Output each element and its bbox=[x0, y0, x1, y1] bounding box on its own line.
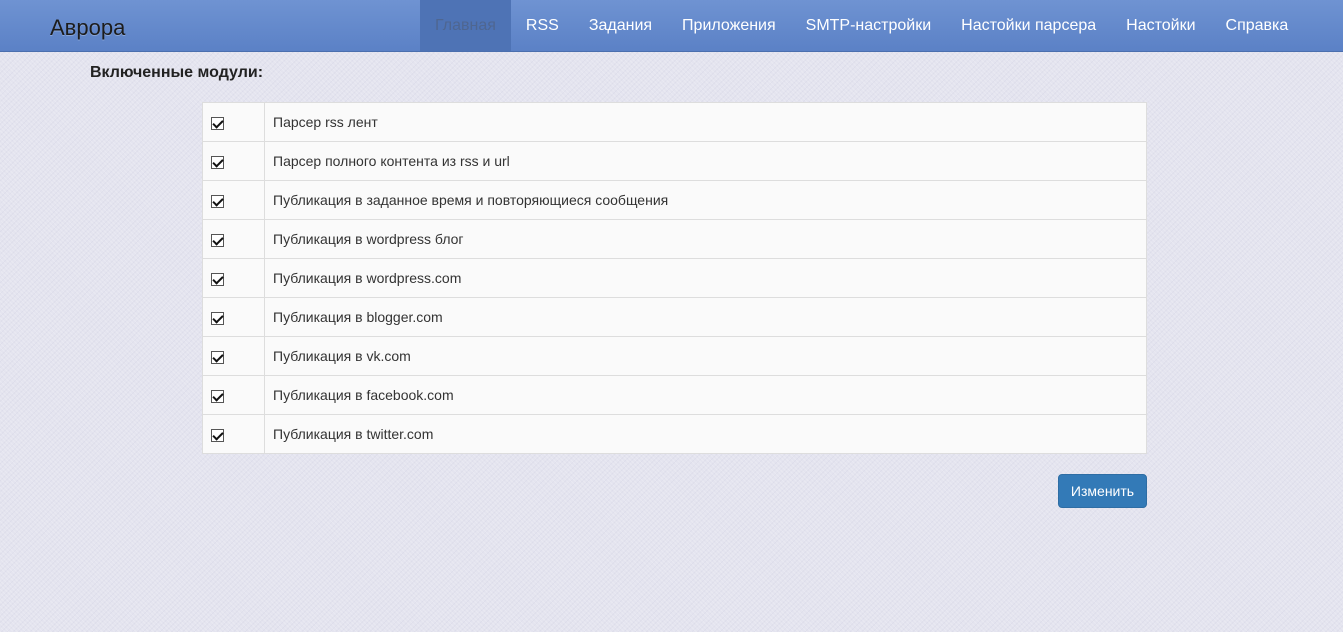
main-nav: Главная RSS Задания Приложения SMTP-наст… bbox=[420, 0, 1303, 51]
checkbox-cell bbox=[202, 141, 265, 181]
nav-item-help[interactable]: Справка bbox=[1211, 0, 1304, 51]
nav-item-apps[interactable]: Приложения bbox=[667, 0, 791, 51]
module-checkbox[interactable] bbox=[211, 194, 224, 208]
module-label: Публикация в wordpress.com bbox=[264, 258, 1147, 298]
nav-item-rss[interactable]: RSS bbox=[511, 0, 574, 51]
table-row: Публикация в vk.com bbox=[202, 336, 1147, 376]
nav-item-smtp-settings[interactable]: SMTP-настройки bbox=[791, 0, 947, 51]
module-label: Публикация в facebook.com bbox=[264, 375, 1147, 415]
module-label: Публикация в vk.com bbox=[264, 336, 1147, 376]
checkbox-cell bbox=[202, 102, 265, 142]
module-label: Публикация в wordpress блог bbox=[264, 219, 1147, 259]
module-checkbox[interactable] bbox=[211, 428, 224, 442]
module-label: Публикация в twitter.com bbox=[264, 414, 1147, 454]
checkbox-cell bbox=[202, 336, 265, 376]
nav-item-tasks[interactable]: Задания bbox=[574, 0, 667, 51]
nav-item-parser-settings[interactable]: Настойки парсера bbox=[946, 0, 1111, 51]
module-label: Публикация в blogger.com bbox=[264, 297, 1147, 337]
checkbox-cell bbox=[202, 219, 265, 259]
top-navbar: Аврора Главная RSS Задания Приложения SM… bbox=[0, 0, 1343, 52]
module-label: Публикация в заданное время и повторяющи… bbox=[264, 180, 1147, 220]
table-row: Публикация в twitter.com bbox=[202, 414, 1147, 454]
nav-item-home[interactable]: Главная bbox=[420, 0, 511, 51]
table-row: Публикация в заданное время и повторяющи… bbox=[202, 180, 1147, 220]
change-button[interactable]: Изменить bbox=[1058, 474, 1147, 508]
module-checkbox[interactable] bbox=[211, 350, 224, 364]
module-checkbox[interactable] bbox=[211, 116, 224, 130]
table-row: Парсер полного контента из rss и url bbox=[202, 141, 1147, 181]
module-checkbox[interactable] bbox=[211, 311, 224, 325]
module-checkbox[interactable] bbox=[211, 155, 224, 169]
module-checkbox[interactable] bbox=[211, 233, 224, 247]
checkbox-cell bbox=[202, 258, 265, 298]
checkbox-cell bbox=[202, 297, 265, 337]
nav-item-settings[interactable]: Настойки bbox=[1111, 0, 1210, 51]
page-title: Включенные модули: bbox=[90, 64, 264, 81]
checkbox-cell bbox=[202, 414, 265, 454]
module-label: Парсер полного контента из rss и url bbox=[264, 141, 1147, 181]
modules-table: Парсер rss лент Парсер полного контента … bbox=[202, 102, 1147, 454]
table-row: Публикация в wordpress.com bbox=[202, 258, 1147, 298]
module-label: Парсер rss лент bbox=[273, 114, 378, 130]
checkbox-cell bbox=[202, 180, 265, 220]
module-checkbox[interactable] bbox=[211, 272, 224, 286]
checkbox-cell bbox=[202, 375, 265, 415]
table-row: Публикация в wordpress блог bbox=[202, 219, 1147, 259]
table-row: Публикация в blogger.com bbox=[202, 297, 1147, 337]
module-checkbox[interactable] bbox=[211, 389, 224, 403]
table-row: Парсер rss лент bbox=[202, 102, 1147, 142]
brand-logo[interactable]: Аврора bbox=[50, 15, 125, 41]
table-row: Публикация в facebook.com bbox=[202, 375, 1147, 415]
